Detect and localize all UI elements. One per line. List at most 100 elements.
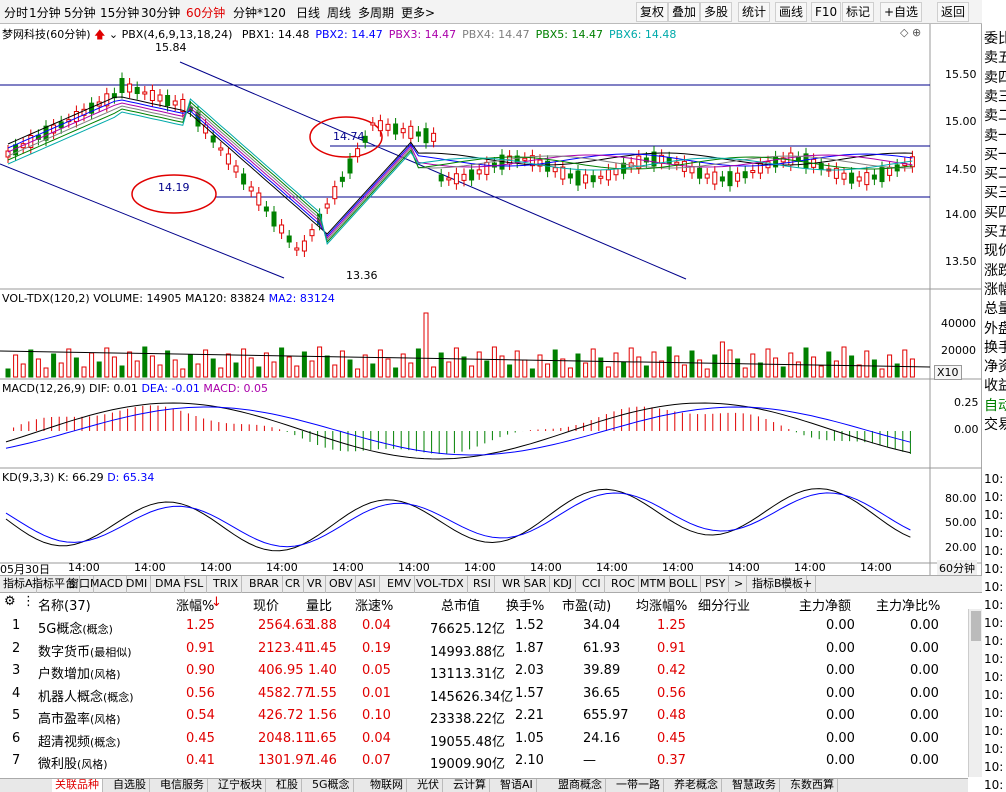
period-tab-1min[interactable]: 1分钟	[29, 4, 61, 21]
block-tab[interactable]: 养老概念	[671, 779, 722, 792]
multi-stock-button[interactable]: 多股	[700, 2, 733, 22]
period-tab-multi[interactable]: 多周期	[358, 4, 394, 21]
block-tab[interactable]: 辽宁板块	[215, 779, 266, 792]
col-avg-change[interactable]: 均涨幅%	[636, 595, 687, 614]
scrollbar-thumb[interactable]	[971, 611, 981, 641]
block-tab[interactable]: 关联品种	[52, 779, 103, 792]
indicator-tab[interactable]: DMI	[123, 576, 152, 593]
block-tab[interactable]: 东数西算	[787, 779, 838, 792]
indicator-tab[interactable]: RSI	[470, 576, 495, 593]
pbx-line	[7, 104, 913, 241]
col-name[interactable]: 名称(37)	[38, 595, 91, 614]
table-row[interactable]: 2 数字货币(最相似) 0.91 2123.41 1.45 0.19 14993.88亿 1.…	[0, 641, 968, 663]
chart-area[interactable]: 梦网科技(60分钟) 🡅 ⌄ PBX(4,6,9,13,18,24) PBX1:…	[0, 24, 982, 587]
period-tab-30min[interactable]: 30分钟	[141, 4, 180, 21]
col-mcap[interactable]: 总市值	[441, 595, 480, 614]
quote-label: 卖二	[984, 108, 1006, 125]
col-main-net[interactable]: 主力净额	[799, 595, 851, 614]
period-tab-5min[interactable]: 5分钟	[64, 4, 96, 21]
cell-change: 0.90	[186, 663, 215, 678]
indicator-tab[interactable]: EMV	[384, 576, 415, 593]
period-tab-fenshi[interactable]: 分时	[4, 4, 28, 21]
col-pe[interactable]: 市盈(动)	[562, 595, 611, 614]
volume-bar	[856, 364, 862, 378]
table-row[interactable]: 4 机器人概念(概念) 0.56 4582.77 1.55 0.01 145626.34亿 1…	[0, 686, 968, 708]
pbx-indicator-name[interactable]: PBX(4,6,9,13,18,24)	[122, 28, 233, 41]
block-tab[interactable]: 光伏	[414, 779, 443, 792]
indicator-tab[interactable]: SAR	[521, 576, 551, 593]
col-price[interactable]: 现价	[253, 595, 279, 614]
period-tab-daily[interactable]: 日线	[296, 4, 320, 21]
indicator-tab[interactable]: FSL	[181, 576, 208, 593]
block-tab[interactable]: 盟商概念	[555, 779, 606, 792]
indicator-tab[interactable]: >	[731, 576, 748, 593]
indicator-tab[interactable]: CR	[282, 576, 305, 593]
indicator-tab[interactable]: +	[800, 576, 817, 593]
block-tab[interactable]: 智慧政务	[729, 779, 780, 792]
trade-time: 10:	[984, 544, 1004, 558]
indicator-tab[interactable]: ASI	[355, 576, 380, 593]
block-tab[interactable]: 智语AI	[497, 779, 537, 792]
cell-name: 高市盈率(风格)	[38, 712, 121, 727]
table-row[interactable]: 5 高市盈率(风格) 0.54 426.72 1.56 0.10 23338.22亿 2.21…	[0, 708, 968, 730]
vol-title[interactable]: VOL-TDX(120,2)	[2, 292, 90, 305]
back-button[interactable]: 返回	[937, 2, 970, 22]
chart-controls[interactable]: ◇ ⊕	[900, 26, 921, 39]
indicator-tab[interactable]: ROC	[608, 576, 639, 593]
indicator-tab[interactable]: TRIX	[210, 576, 243, 593]
col-speed[interactable]: 涨速%	[355, 595, 393, 614]
gear-icon[interactable]: ⚙	[4, 594, 16, 609]
statistics-button[interactable]: 统计	[738, 2, 771, 22]
block-tab[interactable]: 自选股	[110, 779, 150, 792]
block-tab[interactable]: 杠股	[273, 779, 302, 792]
table-scrollbar[interactable]	[968, 609, 982, 777]
indicator-tab[interactable]: PSY	[702, 576, 730, 593]
period-tab-15min[interactable]: 15分钟	[100, 4, 139, 21]
f10-button[interactable]: F10	[811, 2, 842, 22]
mark-button[interactable]: 标记	[842, 2, 875, 22]
kd-title[interactable]: KD(9,3,3)	[2, 471, 54, 484]
candle-body	[233, 165, 239, 173]
indicator-tab[interactable]: DMA	[152, 576, 185, 593]
col-turnover[interactable]: 换手%	[506, 595, 544, 614]
period-tab-60min[interactable]: 60分钟	[186, 4, 225, 21]
candle-body	[347, 158, 353, 174]
table-row[interactable]: 3 户数增加(风格) 0.90 406.95 1.40 0.05 13113.31亿 2.03…	[0, 663, 968, 685]
macd-title[interactable]: MACD(12,26,9)	[2, 382, 86, 395]
table-row[interactable]: 1 5G概念(概念) 1.25 2564.63 1.88 0.04 76625.12亿 1.5…	[0, 618, 968, 640]
cell-mcap: 23338.22亿	[430, 712, 506, 727]
add-watchlist-button[interactable]: +自选	[880, 2, 923, 22]
col-industry[interactable]: 细分行业	[698, 595, 750, 614]
cell-idx: 1	[12, 618, 21, 633]
chevron-down-icon[interactable]: ⌄	[109, 28, 118, 41]
block-tab[interactable]: 云计算	[450, 779, 490, 792]
indicator-tab[interactable]: BOLL	[666, 576, 702, 593]
sort-icon[interactable]: ⋮	[22, 594, 35, 609]
block-tab[interactable]: 物联网	[367, 779, 407, 792]
indicator-tab[interactable]: BRAR	[246, 576, 283, 593]
indicator-tab[interactable]: MTM	[637, 576, 670, 593]
period-tab-more[interactable]: 更多>	[401, 4, 435, 21]
indicator-tab[interactable]: CCI	[579, 576, 605, 593]
indicator-tab[interactable]: OBV	[326, 576, 357, 593]
period-tab-weekly[interactable]: 周线	[327, 4, 351, 21]
period-tab-min120[interactable]: 分钟*120	[233, 4, 286, 21]
indicator-tab[interactable]: VR	[304, 576, 327, 593]
draw-line-button[interactable]: 画线	[775, 2, 808, 22]
indicator-tab[interactable]: MACD	[87, 576, 127, 593]
col-main-pct[interactable]: 主力净比%	[876, 595, 940, 614]
table-row[interactable]: 7 微利股(风格) 0.41 1301.97 1.46 0.07 19009.90亿 2.10…	[0, 753, 968, 775]
table-row[interactable]: 6 超清视频(概念) 0.45 2048.11 1.65 0.04 19055.48亿 1.0…	[0, 731, 968, 753]
vol-tick: 40000	[941, 317, 976, 330]
block-tab[interactable]: 一带一路	[613, 779, 664, 792]
cell-idx: 6	[12, 730, 21, 746]
col-change[interactable]: 涨幅%	[176, 595, 214, 614]
col-vol-ratio[interactable]: 量比	[306, 595, 332, 614]
block-tab[interactable]: 5G概念	[309, 779, 354, 792]
overlay-button[interactable]: 叠加	[668, 2, 701, 22]
fuquan-button[interactable]: 复权	[636, 2, 669, 22]
cell-main_net: 0.00	[826, 685, 855, 701]
indicator-tab[interactable]: KDJ	[550, 576, 576, 593]
block-tab[interactable]: 电信服务	[157, 779, 208, 792]
indicator-tab[interactable]: VOL-TDX	[413, 576, 468, 593]
